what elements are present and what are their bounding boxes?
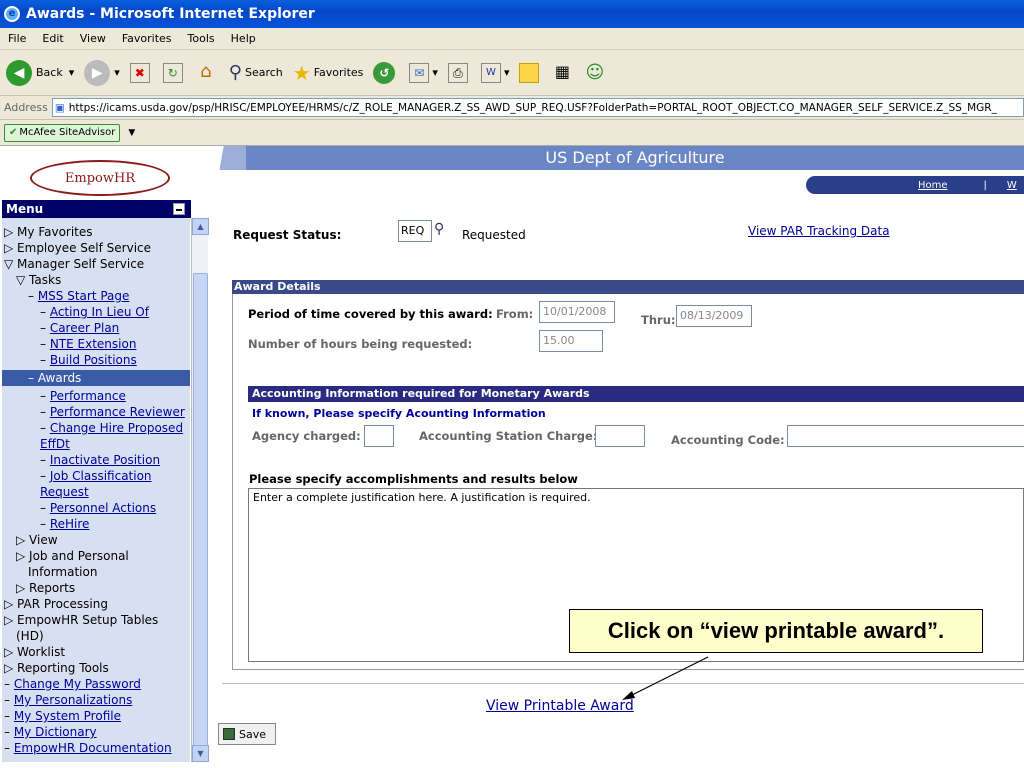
save-label: Save (239, 727, 267, 741)
save-disk-icon (223, 728, 235, 740)
save-button[interactable]: Save (218, 723, 276, 745)
callout-arrow (622, 656, 709, 700)
